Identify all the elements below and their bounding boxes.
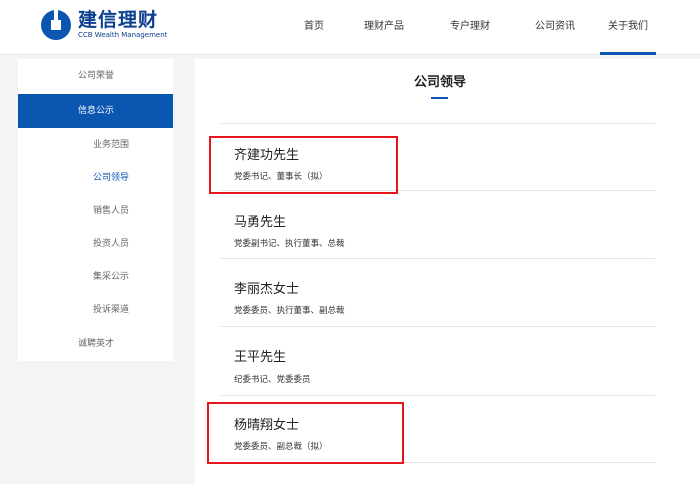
nav-home[interactable]: 首页 [292, 0, 336, 55]
nav-private-wealth[interactable]: 专户理财 [443, 0, 497, 55]
leader-name: 李丽杰女士 [234, 282, 300, 297]
highlight-box [207, 402, 404, 464]
sidebar-item-careers[interactable]: 诚聘英才 [18, 327, 173, 361]
sidebar: 公司荣誉 信息公示 业务范围 公司领导 销售人员 投资人员 集采公示 投诉渠道 … [18, 59, 173, 361]
divider [221, 123, 655, 124]
highlight-box [209, 136, 398, 194]
leader-title: 党委副书记、执行董事、总裁 [234, 239, 345, 249]
sidebar-item-procurement[interactable]: 集采公示 [18, 260, 173, 294]
divider [221, 326, 655, 327]
nav-products[interactable]: 理财产品 [357, 0, 411, 55]
sidebar-item-complaints[interactable]: 投诉渠道 [18, 293, 173, 327]
leader-name: 王平先生 [234, 350, 287, 365]
sidebar-item-honors[interactable]: 公司荣誉 [18, 59, 173, 93]
sidebar-item-business-scope[interactable]: 业务范围 [18, 128, 173, 162]
leader-title: 党委委员、执行董事、副总裁 [234, 306, 345, 316]
nav-about-us[interactable]: 关于我们 [600, 0, 656, 55]
page-title: 公司领导 [413, 75, 466, 90]
main-nav: 首页 理财产品 专户理财 公司资讯 关于我们 [0, 0, 700, 55]
site-header: 建信理财 CCB Wealth Management 首页 理财产品 专户理财 … [0, 0, 700, 55]
leader-title: 纪委书记、党委委员 [234, 375, 311, 385]
sidebar-item-leadership[interactable]: 公司领导 [18, 161, 173, 195]
leader-name: 马勇先生 [234, 215, 287, 230]
sidebar-item-sales-staff[interactable]: 销售人员 [18, 194, 173, 228]
sidebar-item-investment-staff[interactable]: 投资人员 [18, 227, 173, 261]
divider [221, 395, 655, 396]
title-underline [431, 97, 448, 99]
nav-news[interactable]: 公司资讯 [528, 0, 582, 55]
divider [221, 258, 655, 259]
sidebar-item-disclosure[interactable]: 信息公示 [18, 94, 173, 128]
